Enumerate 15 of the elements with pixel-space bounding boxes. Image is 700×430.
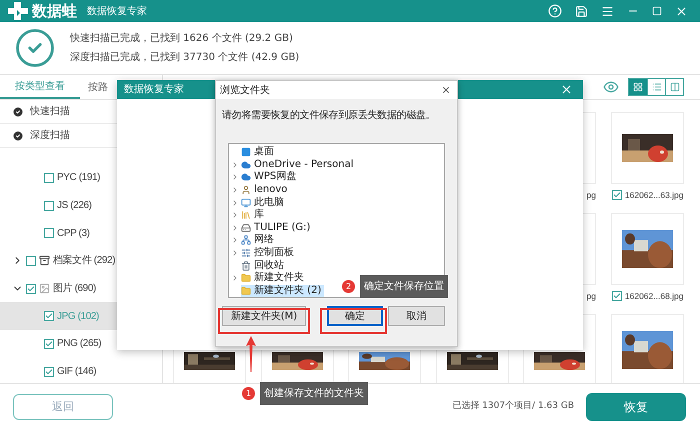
callout-label: 确定文件保存位置	[360, 275, 448, 298]
file-name: 162062...68.jpg	[624, 290, 684, 302]
file-name: pg	[586, 290, 596, 302]
scan-summary: 快速扫描已完成，已找到 1626 个文件 (29.2 GB)	[70, 32, 294, 46]
selection-summary: 已选择 1307个项目/ 1.63 GB	[452, 400, 574, 414]
file-name: pg	[586, 188, 596, 202]
app-subtitle: 数据恢复专家	[87, 4, 147, 18]
brand-name: 数据蛙	[32, 0, 77, 22]
dialog-message: 请勿将需要恢复的文件保存到原丢失数据的磁盘。	[221, 108, 436, 123]
dialog-title: 数据恢复专家	[124, 82, 184, 97]
callout-label: 创建保存文件的文件夹	[260, 382, 368, 405]
file-name: 162062...63.jpg	[624, 188, 684, 202]
step-badge: 1	[242, 387, 255, 400]
dialog-title: 浏览文件夹	[220, 84, 270, 98]
scan-summary: 深度扫描已完成，已找到 37730 个文件 (42.9 GB)	[70, 50, 300, 65]
